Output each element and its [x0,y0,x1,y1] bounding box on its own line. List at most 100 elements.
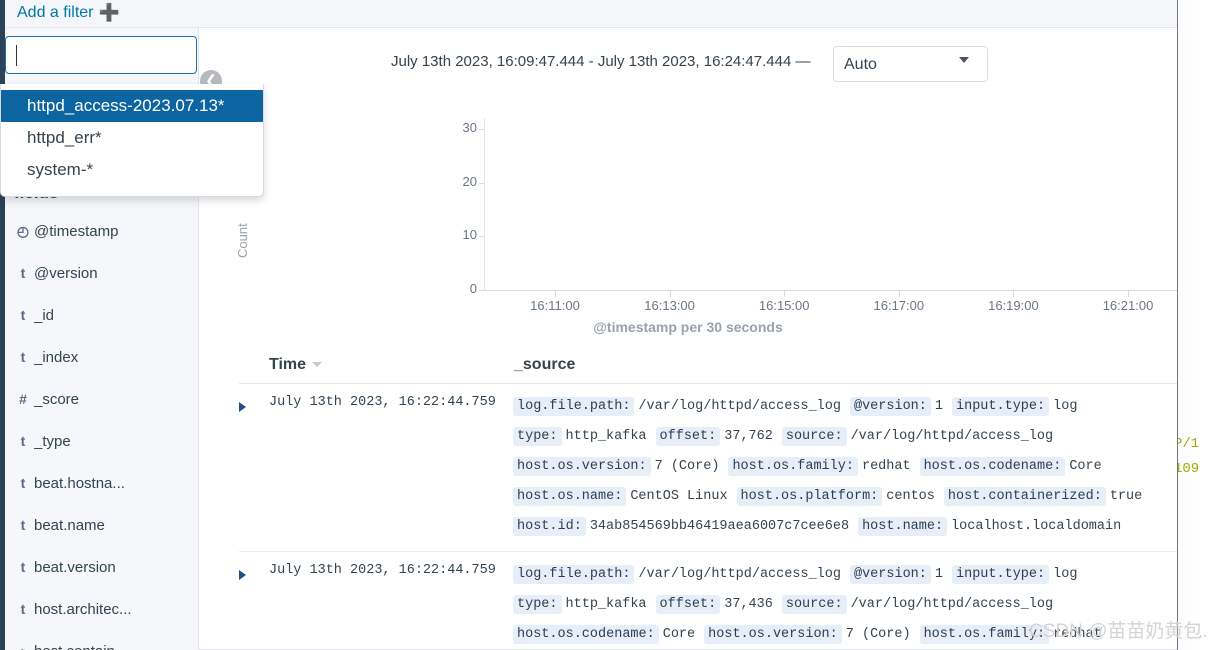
source-line: host.os.name: CentOS Linux host.os.platfor… [513,482,1177,512]
source-line: log.file.path:/var/log/httpd/access_log @… [513,560,1177,590]
field-item-label: beat.version [34,558,116,576]
row-source-cell: log.file.path:/var/log/httpd/access_log @… [513,392,1177,542]
table-row[interactable]: July 13th 2023, 16:22:44.759 log.file.pat… [239,552,1177,650]
field-item[interactable]: ◴ @timestamp [12,210,198,252]
field-item[interactable]: t beat.name [12,504,198,546]
field-item-label: @timestamp [34,222,119,240]
chart-x-tick-label: 16:11:00 [530,298,580,313]
index-pattern-option[interactable]: httpd_err* [1,122,263,154]
field-list: ◴ @timestamp t @version t _id t _index # _score t _… [0,210,198,650]
documents-table: Time _source July 13th 2023, 16:22:44.75… [239,346,1177,650]
boolean-icon: ◐ [12,643,34,650]
chart-y-tick-label: 10 [462,227,477,243]
chart-x-tick-label: 16:13:00 [644,298,695,313]
source-line: host.os.version: 7 (Core) host.os.family: r… [513,452,1177,482]
row-source-cell: log.file.path:/var/log/httpd/access_log @… [513,560,1177,650]
field-item[interactable]: t _type [12,420,198,462]
histogram-chart: Count 0 10 20 30 16:11:00 16:13:00 16:15:00 16… [199,98,1218,338]
chart-y-axis-label: Count [235,223,250,258]
sort-caret-icon[interactable] [312,362,323,368]
source-line: type: http_kafka offset: 37,762 source:/var/… [513,422,1177,452]
source-field-key: host.name: [858,517,948,536]
string-icon: t [20,517,26,533]
source-field-value: redhat [1053,627,1102,642]
source-field-value: 7 (Core) [845,627,911,642]
chart-x-tick-label: 16:17:00 [873,298,925,313]
clock-icon: ◴ [16,222,30,239]
source-field-key: host.os.platform: [736,487,883,506]
source-field-key: host.os.family: [728,457,858,476]
source-field-key: type: [513,595,562,614]
string-icon: t [20,307,26,323]
clipped-text-line1: P/1 [1178,436,1200,452]
index-pattern-input[interactable] [5,36,197,74]
interval-select[interactable]: AutoMillisecondSecondMinuteHourlyDailyWe… [833,46,988,82]
field-item[interactable]: t host.architec... [12,588,198,630]
table-row[interactable]: July 13th 2023, 16:22:44.759 log.file.pat… [239,384,1177,552]
chart-x-tickmark [669,291,671,297]
chart-x-tickmark [898,291,900,297]
table-header-row: Time _source [239,346,1177,384]
field-item[interactable]: t beat.hostna... [12,462,198,504]
source-field-key: log.file.path: [513,565,635,584]
field-item-label: _type [34,432,71,450]
source-field-value: redhat [861,459,911,474]
source-field-key: source: [781,427,847,446]
source-field-value: centos [886,489,935,504]
column-header-time-label: Time [269,356,307,373]
field-item[interactable]: t @version [12,252,198,294]
add-filter-button[interactable]: Add a filter ➕ [17,2,120,22]
field-item[interactable]: # _score [12,378,198,420]
string-icon: t [20,601,26,617]
source-field-key: input.type: [952,565,1050,584]
field-item[interactable]: ◐host.contain... [12,630,198,650]
table-body: July 13th 2023, 16:22:44.759 log.file.pat… [239,384,1177,650]
source-field-value: CentOS Linux [630,489,728,504]
chart-plot-area[interactable] [484,118,1218,290]
chart-y-tickmark [479,128,484,130]
field-item-label: _score [34,390,80,408]
chart-y-tick-label: 0 [469,281,477,296]
source-field-value: log [1053,567,1078,582]
field-item-label: _index [34,348,79,366]
source-field-value: http_kafka [565,429,647,444]
field-item[interactable]: t beat.version [12,546,198,588]
chart-x-axis-label: @timestamp per 30 seconds [593,319,783,335]
field-item-label: _id [34,306,55,324]
chart-y-tick-label: 20 [462,173,477,189]
source-field-key: host.id: [513,517,586,536]
source-field-value: Core [662,627,696,642]
column-header-time[interactable]: Time [269,356,323,374]
expand-triangle-icon[interactable] [239,570,246,580]
source-field-key: @version: [849,565,931,584]
time-range-label[interactable]: July 13th 2023, 16:09:47.444 - July 13th… [391,53,810,70]
index-pattern-option[interactable]: httpd_access-2023.07.13* [1,90,263,122]
source-field-value: http_kafka [565,597,647,612]
field-item[interactable]: t _id [12,294,198,336]
source-line: host.id: 34ab854569bb46419aea6007c7cee6e8… [513,512,1177,542]
chart-x-tick-label: 16:21:00 [1102,298,1154,313]
chart-x-axis-line [484,290,1218,291]
source-field-key: source: [781,595,847,614]
source-field-key: host.os.family: [919,625,1050,644]
source-field-key: offset: [655,595,721,614]
source-field-value: 37,762 [724,429,773,444]
index-pattern-option[interactable]: system-* [1,154,263,186]
source-field-key: log.file.path: [513,397,635,416]
source-field-value: true [1109,489,1143,504]
clipped-text-line2: 109 [1178,461,1200,477]
column-header-source[interactable]: _source [514,356,575,374]
source-field-key: host.os.codename: [513,625,659,644]
string-icon: t [20,265,26,281]
chart-x-tickmark [1128,291,1129,297]
index-pattern-dropdown: httpd_access-2023.07.13* httpd_err* system… [0,84,264,197]
source-field-key: host.containerized: [943,487,1106,506]
source-field-value: /var/log/httpd/access_log [850,429,1054,444]
expand-triangle-icon[interactable] [239,402,246,412]
string-icon: t [20,349,26,365]
field-item-label: host.architec... [34,600,132,618]
main-panel: July 13th 2023, 16:09:47.444 - July 13th… [199,28,1218,650]
field-item[interactable]: t _index [12,336,198,378]
chart-x-tickmark [784,291,786,297]
chart-x-tickmark [1013,291,1015,297]
